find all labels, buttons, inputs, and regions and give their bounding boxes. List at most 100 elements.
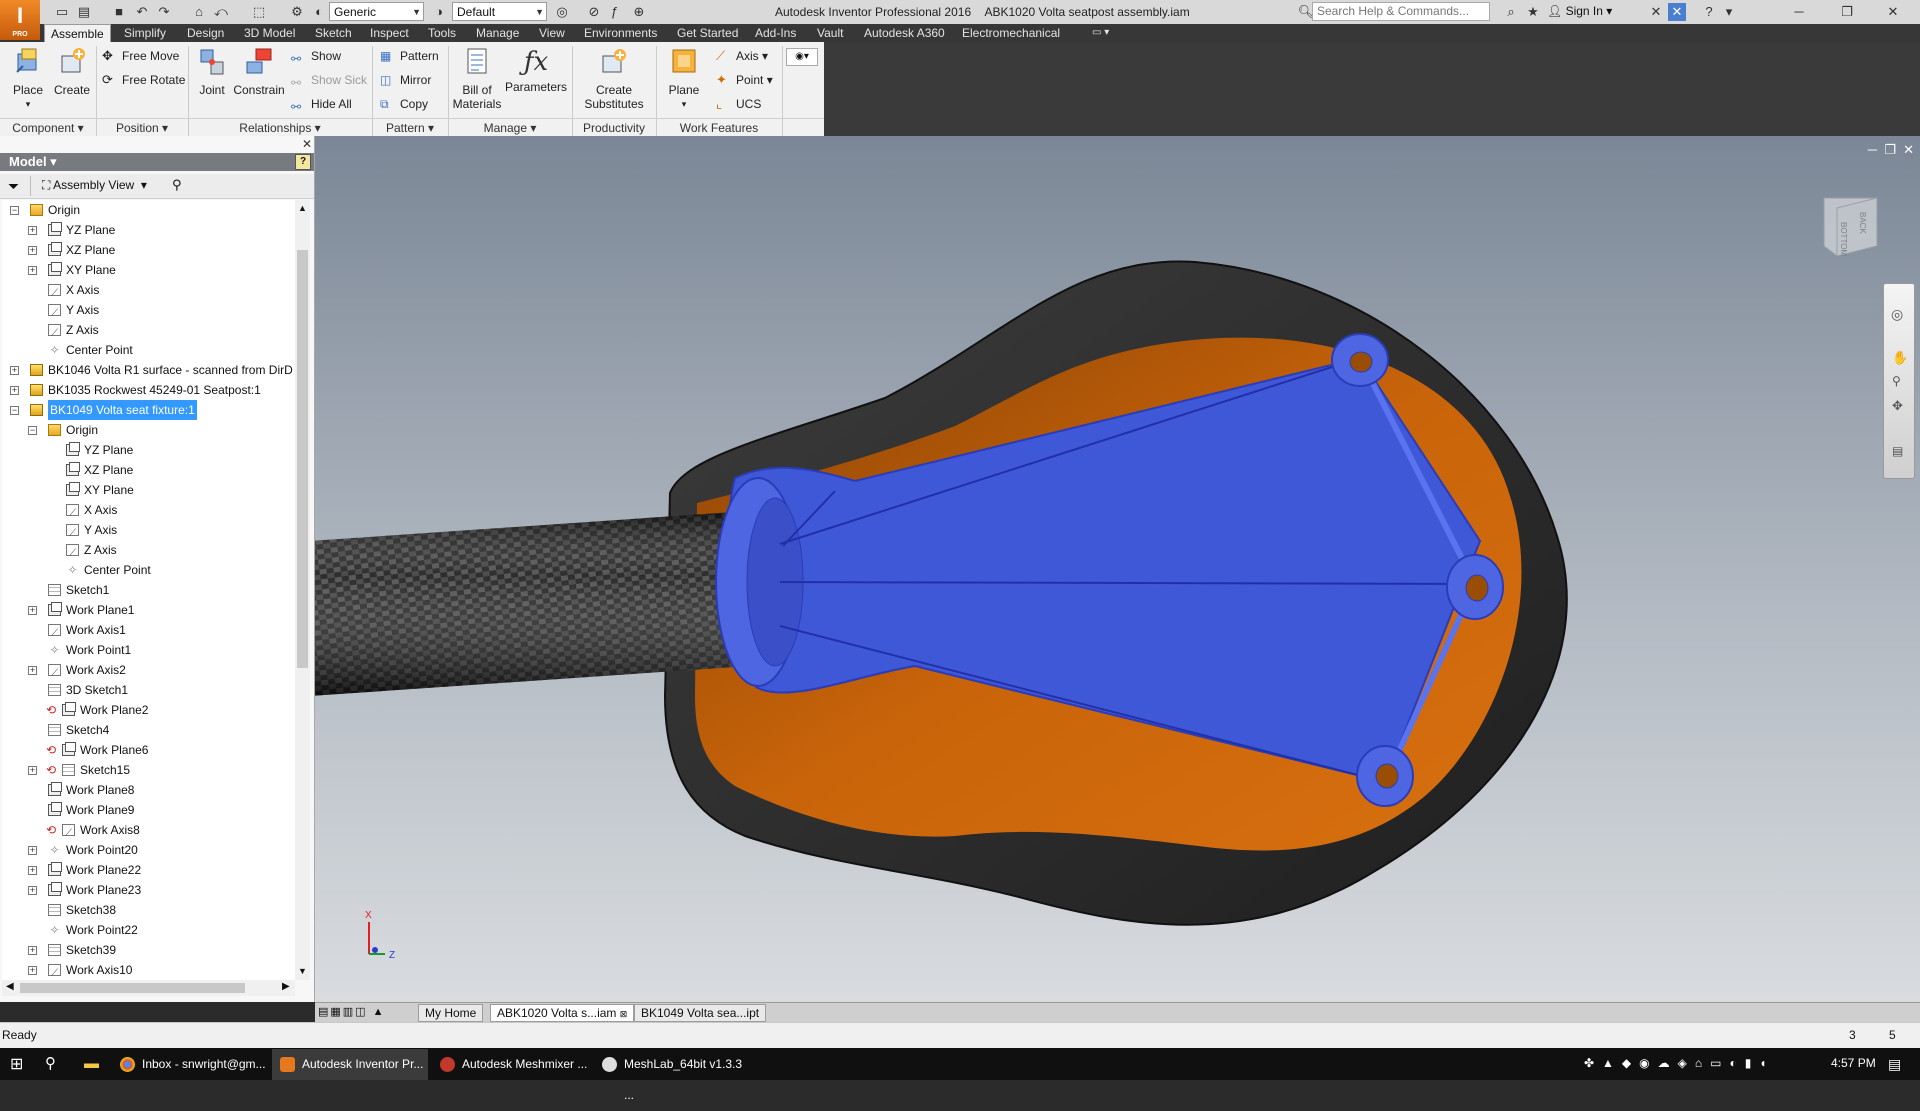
tree-hscroll-thumb[interactable]	[20, 983, 245, 993]
collapse-icon[interactable]: −	[10, 406, 19, 415]
expand-icon[interactable]: +	[28, 246, 37, 255]
steering-wheel-icon[interactable]: ◎	[1891, 306, 1903, 323]
pattern-button[interactable]: ▦ Pattern	[380, 46, 439, 66]
exchange-apps-icon[interactable]: ✕	[1668, 3, 1686, 21]
ribbon-expand-icon[interactable]: ◉▾	[786, 48, 818, 66]
group-relationships[interactable]: Relationships ▾	[188, 118, 372, 137]
look-at-icon[interactable]: ▤	[1892, 444, 1903, 458]
tab-3d-model[interactable]: 3D Model	[244, 24, 295, 42]
minimize-icon[interactable]: ─	[1790, 3, 1808, 21]
expand-icon[interactable]: +	[28, 266, 37, 275]
tab-simplify[interactable]: Simplify	[124, 24, 166, 42]
collapse-icon[interactable]: −	[28, 426, 37, 435]
assembly-view-dropdown[interactable]: ⛶ Assembly View ▾	[42, 178, 147, 193]
group-component[interactable]: Component ▾	[0, 118, 96, 137]
find-icon[interactable]: ⚲	[172, 177, 182, 193]
app-logo[interactable]: I PRO	[0, 0, 40, 40]
tab-tools[interactable]: Tools	[428, 24, 456, 42]
create-button[interactable]: Create	[52, 46, 92, 97]
redo-icon[interactable]: ↷	[155, 3, 173, 21]
expand-icon[interactable]: +	[28, 606, 37, 615]
copy-button[interactable]: ⧉ Copy	[380, 94, 428, 114]
expand-icon[interactable]: +	[28, 886, 37, 895]
help-dropdown-icon[interactable]: ▾	[1720, 3, 1738, 21]
notifications-icon[interactable]: ▤	[1888, 1056, 1901, 1073]
save-icon[interactable]: ■	[110, 3, 128, 21]
tab-autodesk-a360[interactable]: Autodesk A360	[864, 24, 945, 42]
taskbar-meshlab[interactable]: MeshLab_64bit v1.3.3 ...	[594, 1049, 752, 1102]
taskbar-chrome[interactable]: Inbox - snwright@gm...	[112, 1049, 270, 1080]
tree-scroll-thumb[interactable]	[297, 250, 308, 668]
tab-design[interactable]: Design	[187, 24, 224, 42]
navigation-bar[interactable]: ◎ ✋ ⚲ ✥ ▤	[1883, 283, 1915, 479]
viewport-window-controls[interactable]: ─ ❐ ✕	[1868, 142, 1914, 158]
sign-in-button[interactable]: 👤︎ Sign In ▾	[1547, 4, 1612, 18]
orbit-icon[interactable]: ✥	[1892, 398, 1903, 414]
graphics-viewport[interactable]: BOTTOM BACK X Z	[315, 136, 1920, 1002]
collapse-icon[interactable]: −	[10, 206, 19, 215]
bill-of-materials-button[interactable]: Bill of Materials	[452, 46, 502, 111]
appearance-combo[interactable]: Default ▼	[452, 2, 547, 21]
panel-close-icon[interactable]: ✕	[302, 137, 312, 151]
model-render[interactable]: BOTTOM BACK X Z	[315, 136, 1920, 1002]
tab-inspect[interactable]: Inspect	[370, 24, 409, 42]
zoom-icon[interactable]: ⚲	[1892, 374, 1901, 388]
parameters-button[interactable]: ƒx Parameters	[504, 46, 568, 94]
show-sick-button[interactable]: ⚯ Show Sick	[291, 70, 367, 90]
expand-icon[interactable]: +	[28, 966, 37, 975]
group-position[interactable]: Position ▾	[96, 118, 188, 137]
tab-manage[interactable]: Manage	[476, 24, 519, 42]
browser-title-dropdown[interactable]: Model ▾	[9, 153, 57, 171]
ucs-button[interactable]: ⌞ UCS	[716, 94, 761, 114]
plane-button[interactable]: Plane ▾	[662, 46, 706, 111]
taskbar-clock[interactable]: 4:57 PM	[1831, 1056, 1876, 1070]
system-tray-icons[interactable]: ✤▲◆◉☁◈⌂▭◐▮◖	[1584, 1056, 1775, 1070]
doc-tab-part[interactable]: BK1049 Volta sea...ipt	[634, 1004, 767, 1022]
place-button[interactable]: Place ▾	[8, 46, 48, 111]
close-tab-icon[interactable]: ⊠	[620, 1009, 628, 1019]
tab-vault[interactable]: Vault	[817, 24, 843, 42]
taskbar-inventor[interactable]: Autodesk Inventor Pr...	[272, 1049, 428, 1080]
expand-icon[interactable]: +	[28, 666, 37, 675]
home-icon[interactable]: ⌂	[190, 3, 208, 21]
measure-icon[interactable]: ⊘	[585, 3, 603, 21]
expand-icon[interactable]: +	[10, 366, 19, 375]
scroll-up-icon[interactable]: ▲	[298, 203, 307, 213]
constrain-button[interactable]: Constrain	[232, 46, 286, 97]
axis-button[interactable]: ⟋ Axis ▾	[716, 46, 768, 66]
tab-assemble[interactable]: Assemble	[44, 24, 111, 42]
hide-all-button[interactable]: ⚯ Hide All	[291, 94, 352, 114]
customize-qat-icon[interactable]: ⊕	[630, 3, 648, 21]
joint-button[interactable]: Joint	[194, 46, 230, 97]
tab-view[interactable]: View	[539, 24, 565, 42]
select-icon[interactable]: ⬚	[250, 3, 268, 21]
doc-tab-assembly[interactable]: ABK1020 Volta s...iam ⊠	[490, 1004, 635, 1022]
clear-appearance-icon[interactable]: ◎	[553, 3, 571, 21]
color-override-icon[interactable]: ◐	[310, 3, 328, 21]
expand-icon[interactable]: +	[10, 386, 19, 395]
free-move-button[interactable]: ✥ Free Move	[102, 46, 179, 66]
show-button[interactable]: ⚯ Show	[291, 46, 341, 66]
undo-icon[interactable]: ↶	[133, 3, 151, 21]
tab-sketch[interactable]: Sketch	[315, 24, 352, 42]
browser-help-icon[interactable]: ?	[295, 154, 311, 170]
expand-icon[interactable]: +	[28, 946, 37, 955]
free-rotate-button[interactable]: ⟳ Free Rotate	[102, 70, 185, 90]
group-pattern[interactable]: Pattern ▾	[372, 118, 448, 137]
start-icon[interactable]: ⊞	[10, 1054, 23, 1074]
material-combo[interactable]: Generic ▼	[329, 2, 424, 21]
tab-electromechanical[interactable]: Electromechanical	[962, 24, 1060, 42]
expand-icon[interactable]: +	[28, 766, 37, 775]
help-search-input[interactable]: Search Help & Commands...	[1312, 2, 1490, 21]
mirror-button[interactable]: ◫ Mirror	[380, 70, 431, 90]
tab-layout-icons[interactable]: ▤▦▥◫ ▲	[318, 1005, 386, 1018]
create-substitutes-button[interactable]: Create Substitutes	[578, 46, 650, 111]
tab-environments[interactable]: Environments	[584, 24, 657, 42]
return-icon[interactable]: ⤺	[212, 3, 230, 21]
parameters-qat-icon[interactable]: ƒ	[605, 3, 623, 21]
maximize-icon[interactable]: ❐	[1838, 3, 1856, 21]
point-button[interactable]: ✦ Point ▾	[716, 70, 773, 90]
expand-icon[interactable]: +	[28, 866, 37, 875]
expand-icon[interactable]: +	[28, 226, 37, 235]
scroll-down-icon[interactable]: ▼	[298, 966, 307, 976]
